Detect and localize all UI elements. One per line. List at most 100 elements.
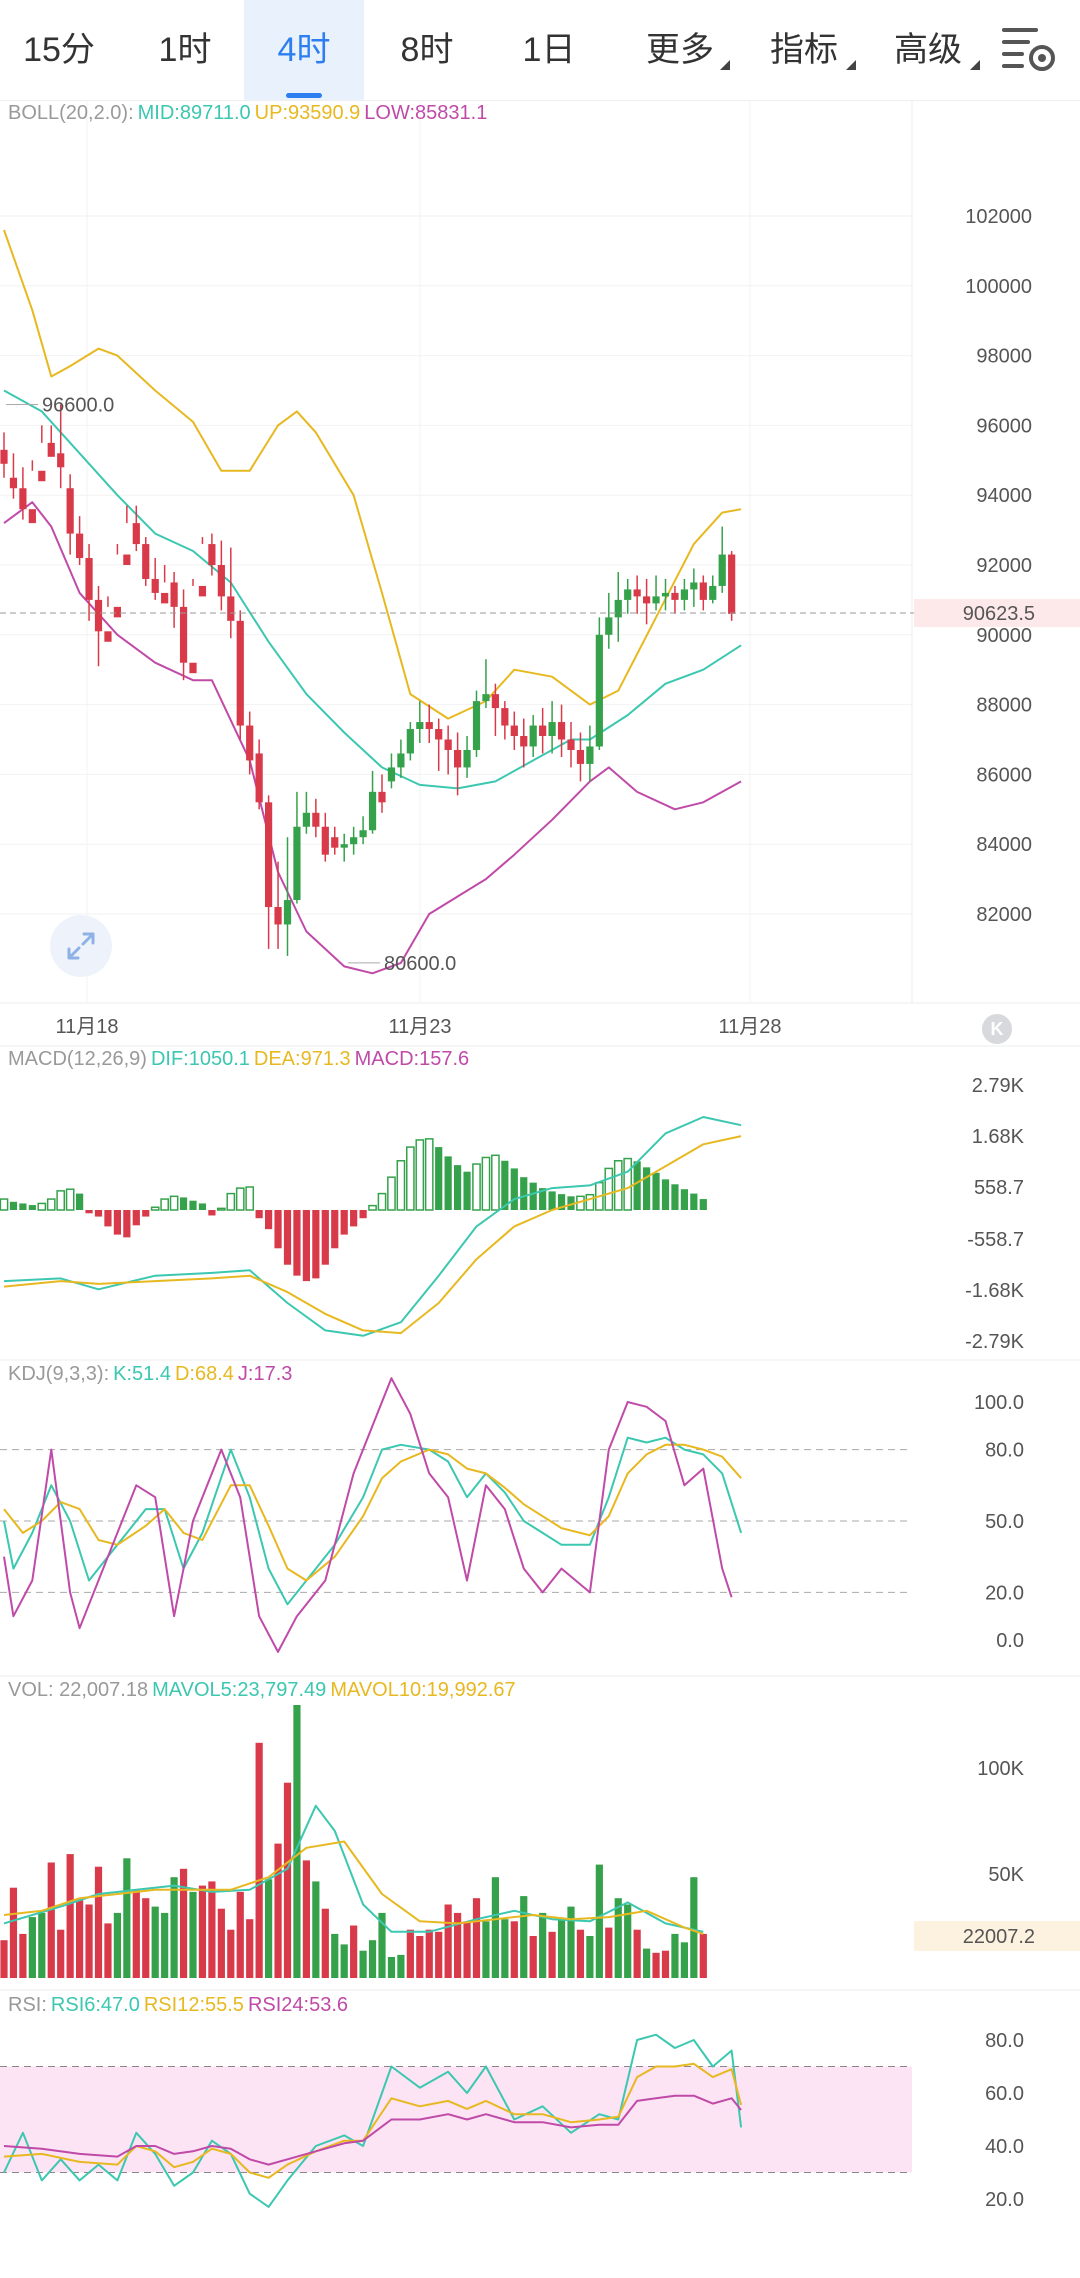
last-volume-label: 22007.2 bbox=[963, 1926, 1035, 1948]
candle-body bbox=[435, 729, 443, 740]
candle-body bbox=[510, 725, 518, 737]
volume-bar bbox=[661, 1950, 670, 1978]
kdj-name: KDJ(9,3,3): bbox=[8, 1363, 110, 1385]
candle-body bbox=[643, 596, 651, 604]
last-price-label: 90623.5 bbox=[963, 603, 1035, 625]
volume-bar bbox=[368, 1940, 377, 1978]
rsi-tick-label: 20.0 bbox=[985, 2189, 1024, 2211]
volume-bar bbox=[255, 1742, 263, 1978]
volume-bar bbox=[548, 1931, 556, 1978]
trading-chart[interactable]: 102000 100000 98000 96000 94000 92000 90000 880… bbox=[0, 0, 1080, 2278]
macd-histogram-bar bbox=[529, 1182, 537, 1210]
macd-histogram-bar bbox=[255, 1210, 263, 1219]
date-tick-label: 11月23 bbox=[388, 1016, 451, 1038]
macd-histogram-bar bbox=[501, 1160, 509, 1210]
macd-histogram-bar bbox=[396, 1160, 406, 1211]
candle-body bbox=[406, 729, 414, 754]
volume-bar bbox=[208, 1881, 216, 1978]
macd-histogram-bar bbox=[179, 1197, 188, 1210]
price-tick-label: 94000 bbox=[976, 485, 1032, 507]
price-tick-label: 96000 bbox=[976, 415, 1032, 437]
volume-bar bbox=[491, 1877, 499, 1978]
macd-histogram-bar bbox=[169, 1195, 179, 1211]
volume-bar bbox=[321, 1908, 329, 1978]
macd-name: MACD(12,26,9) bbox=[8, 1048, 147, 1070]
volume-bar bbox=[331, 1933, 339, 1978]
macd-histogram-bar bbox=[491, 1154, 500, 1211]
volume-bar bbox=[104, 1923, 112, 1978]
boll-lower-line bbox=[3, 501, 742, 975]
volume-bar bbox=[28, 1917, 36, 1978]
candle-body bbox=[227, 596, 235, 621]
expand-icon[interactable] bbox=[50, 915, 112, 977]
candle-body bbox=[312, 812, 320, 827]
candle-body bbox=[718, 554, 726, 586]
volume-bar bbox=[265, 1879, 273, 1978]
volume-bar bbox=[198, 1885, 207, 1978]
macd-histogram-bar bbox=[56, 1190, 66, 1211]
macd-histogram-bar bbox=[265, 1210, 273, 1230]
macd-histogram-bar bbox=[585, 1193, 595, 1211]
volume-bar bbox=[123, 1858, 131, 1978]
candle-body bbox=[709, 585, 717, 600]
volume-bar bbox=[76, 1900, 84, 1978]
macd-dea: DEA:971.3 bbox=[253, 1048, 351, 1070]
candle-body bbox=[293, 826, 301, 901]
candle-body bbox=[255, 753, 263, 803]
macd-histogram-bar bbox=[331, 1210, 339, 1249]
macd-histogram-bar bbox=[19, 1203, 27, 1210]
candle-body bbox=[161, 592, 169, 604]
volume-bar bbox=[350, 1925, 358, 1978]
vol-tick-label: 100K bbox=[977, 1758, 1024, 1780]
boll-up: UP:93590.9 bbox=[254, 102, 361, 124]
candle-body bbox=[539, 725, 547, 737]
macd-histogram-bar bbox=[510, 1168, 518, 1210]
candle-body bbox=[699, 582, 707, 600]
macd-histogram-bar bbox=[415, 1139, 425, 1211]
boll-upper-line bbox=[3, 229, 742, 720]
volume-bar bbox=[274, 1843, 282, 1978]
macd-histogram-bar bbox=[76, 1193, 84, 1210]
macd-histogram-bar bbox=[321, 1210, 329, 1265]
volume-bar bbox=[425, 1929, 433, 1978]
candle-body bbox=[302, 812, 310, 827]
candle-body bbox=[321, 826, 329, 855]
volume-bar bbox=[227, 1929, 235, 1978]
candle-body bbox=[463, 749, 471, 768]
macd-histogram-bar bbox=[435, 1147, 443, 1210]
macd-histogram-bar bbox=[652, 1172, 660, 1210]
candle-body bbox=[76, 533, 84, 559]
candle-body bbox=[246, 725, 254, 761]
volume-bar bbox=[387, 1957, 396, 1978]
volume-bar bbox=[170, 1877, 178, 1978]
low-marker-label: 80600.0 bbox=[384, 953, 456, 975]
vol-ma5: MAVOL5:23,797.49 bbox=[152, 1679, 327, 1701]
macd-tick-label: -558.7 bbox=[967, 1229, 1024, 1251]
candle-body bbox=[680, 589, 688, 600]
volume-bar bbox=[444, 1904, 452, 1978]
date-tick-label: 11月28 bbox=[718, 1016, 781, 1038]
candle-body bbox=[652, 596, 660, 604]
price-tick-label: 100000 bbox=[965, 276, 1032, 298]
macd-histogram-bar bbox=[472, 1163, 481, 1211]
candle-body bbox=[576, 749, 585, 764]
volume-bar bbox=[501, 1919, 509, 1978]
macd-histogram-bar bbox=[406, 1146, 415, 1211]
candle-body bbox=[529, 725, 537, 747]
candle-body bbox=[728, 554, 736, 614]
kdj-j: J:17.3 bbox=[237, 1363, 293, 1385]
kdj-d-line bbox=[3, 1443, 742, 1582]
candle-body bbox=[387, 767, 396, 782]
candle-body bbox=[671, 592, 679, 600]
macd-histogram-bar bbox=[46, 1198, 56, 1211]
candle-body bbox=[38, 470, 46, 482]
macd-histogram-bar bbox=[699, 1199, 707, 1210]
k-badge[interactable]: K bbox=[982, 1014, 1012, 1044]
volume-bar bbox=[586, 1936, 594, 1978]
boll-name: BOLL(20,2.0): bbox=[8, 102, 134, 124]
vol-tick-label: 50K bbox=[988, 1864, 1024, 1886]
candle-body bbox=[624, 589, 632, 600]
volume-bar bbox=[0, 1940, 8, 1978]
high-marker-label: 96600.0 bbox=[42, 394, 114, 416]
macd-histogram-bar bbox=[387, 1176, 396, 1211]
